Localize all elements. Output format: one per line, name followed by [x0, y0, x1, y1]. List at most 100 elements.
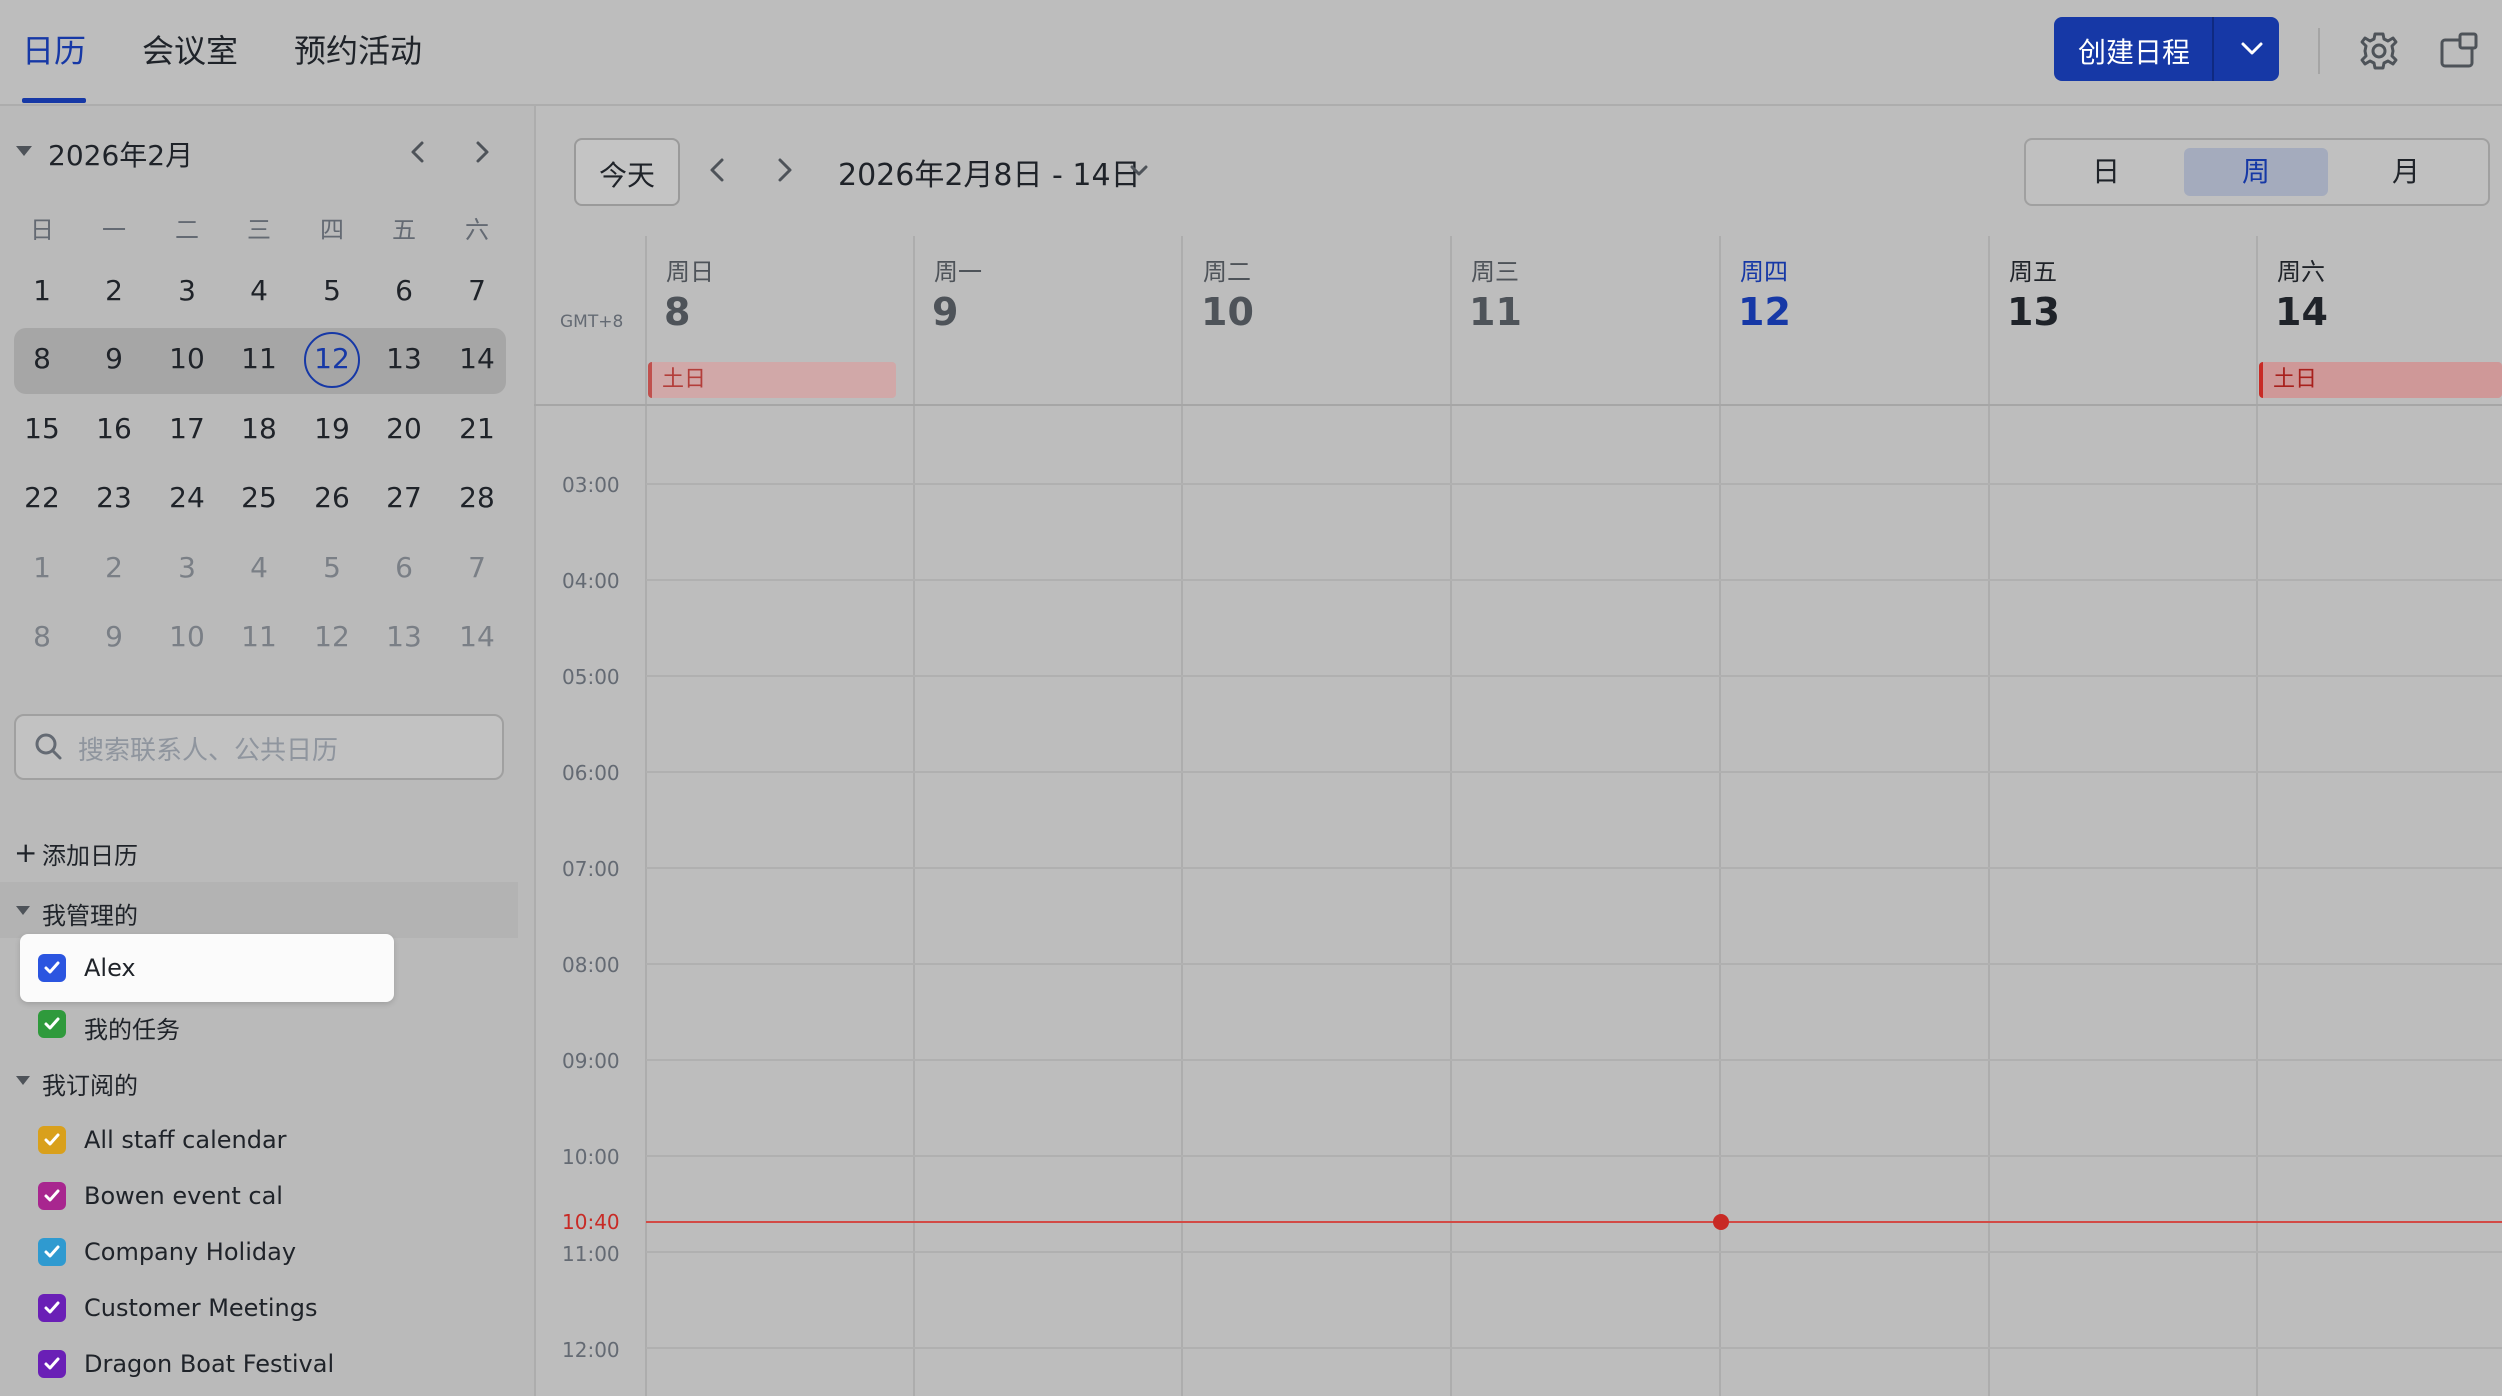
mini-calendar-day[interactable]: 7 — [447, 551, 507, 584]
view-week-button[interactable]: 周 — [2184, 148, 2328, 196]
mini-calendar-day[interactable]: 11 — [229, 342, 289, 375]
mini-calendar-day[interactable]: 19 — [302, 412, 362, 445]
mini-calendar-day[interactable]: 5 — [302, 551, 362, 584]
collapse-caret-icon[interactable] — [16, 146, 32, 156]
gear-icon[interactable] — [2356, 28, 2402, 74]
mini-calendar-day[interactable]: 5 — [302, 274, 362, 307]
day-header-date[interactable]: 11 — [1469, 290, 1522, 334]
mini-calendar-day[interactable]: 24 — [157, 481, 217, 514]
mini-calendar-day[interactable]: 9 — [84, 342, 144, 375]
open-window-icon[interactable] — [2436, 28, 2482, 74]
chevron-down-icon[interactable] — [2232, 31, 2272, 67]
mini-calendar-day[interactable]: 8 — [12, 620, 72, 653]
mini-calendar-day[interactable]: 16 — [84, 412, 144, 445]
mini-calendar-month: 2026年2月 — [48, 139, 194, 172]
mini-calendar-day[interactable]: 20 — [374, 412, 434, 445]
chevron-right-icon[interactable] — [766, 152, 802, 188]
search-icon — [32, 730, 64, 762]
mini-calendar-day[interactable]: 6 — [374, 551, 434, 584]
mini-calendar-day[interactable]: 4 — [229, 551, 289, 584]
time-label: 10:00 — [562, 1145, 620, 1169]
view-day-button[interactable]: 日 — [2034, 148, 2178, 196]
calendar-item-selected-card[interactable] — [20, 934, 394, 1002]
calendar-item-label: Bowen event cal — [84, 1182, 283, 1210]
chevron-left-icon[interactable] — [400, 134, 436, 170]
add-calendar-link[interactable]: 添加日历 — [42, 836, 138, 871]
all-day-event[interactable]: 土日 — [648, 362, 896, 398]
mini-calendar-day[interactable]: 13 — [374, 342, 434, 375]
day-header-name[interactable]: 周日 — [666, 252, 714, 287]
mini-calendar-day[interactable]: 22 — [12, 481, 72, 514]
checkbox-dragon-boat[interactable] — [38, 1350, 66, 1378]
day-header-date-today[interactable]: 12 — [1738, 290, 1791, 334]
checkbox-my-tasks[interactable] — [38, 1010, 66, 1038]
mini-calendar-day[interactable]: 10 — [157, 342, 217, 375]
date-range-label[interactable]: 2026年2月8日 - 14日 — [838, 150, 1141, 194]
today-button[interactable]: 今天 — [574, 138, 680, 206]
day-header-date[interactable]: 9 — [932, 290, 958, 334]
hour-line — [646, 1251, 2502, 1253]
day-header-date[interactable]: 10 — [1201, 290, 1254, 334]
checkbox-company-holiday[interactable] — [38, 1238, 66, 1266]
mini-calendar-day[interactable]: 1 — [12, 551, 72, 584]
mini-calendar-day[interactable]: 6 — [374, 274, 434, 307]
day-header-name[interactable]: 周二 — [1203, 252, 1251, 287]
chevron-left-icon[interactable] — [700, 152, 736, 188]
mini-calendar-day[interactable]: 26 — [302, 481, 362, 514]
current-time-line — [646, 1221, 2502, 1223]
day-header-name-today[interactable]: 周四 — [1740, 252, 1788, 287]
day-header-name[interactable]: 周三 — [1471, 252, 1519, 287]
mini-calendar-day[interactable]: 17 — [157, 412, 217, 445]
mini-calendar-day[interactable]: 18 — [229, 412, 289, 445]
checkbox-customer-meetings[interactable] — [38, 1294, 66, 1322]
day-header-name[interactable]: 周六 — [2277, 252, 2325, 287]
mini-calendar-day[interactable]: 14 — [447, 342, 507, 375]
mini-calendar-day[interactable]: 23 — [84, 481, 144, 514]
checkbox-bowen[interactable] — [38, 1182, 66, 1210]
view-switcher: 日 周 月 — [2024, 138, 2490, 206]
day-header-date[interactable]: 8 — [664, 290, 690, 334]
mini-calendar-day[interactable]: 8 — [12, 342, 72, 375]
hour-line — [646, 675, 2502, 677]
mini-calendar-day[interactable]: 2 — [84, 274, 144, 307]
hour-line — [646, 1059, 2502, 1061]
mini-calendar-day[interactable]: 28 — [447, 481, 507, 514]
mini-calendar-day[interactable]: 1 — [12, 274, 72, 307]
all-day-event[interactable]: 土日 — [2259, 362, 2502, 398]
subscribed-group-title[interactable]: 我订阅的 — [42, 1066, 138, 1101]
mini-calendar-day[interactable]: 12 — [302, 620, 362, 653]
checkbox-all-staff[interactable] — [38, 1126, 66, 1154]
mini-calendar-day[interactable]: 2 — [84, 551, 144, 584]
mini-calendar-day[interactable]: 13 — [374, 620, 434, 653]
chevron-right-icon[interactable] — [464, 134, 500, 170]
plus-icon[interactable]: + — [14, 836, 37, 869]
mini-calendar-day[interactable]: 11 — [229, 620, 289, 653]
mini-calendar-day[interactable]: 27 — [374, 481, 434, 514]
create-event-button[interactable]: 创建日程 — [2054, 17, 2279, 81]
chevron-down-icon[interactable] — [1124, 156, 1154, 186]
mini-calendar-day[interactable]: 21 — [447, 412, 507, 445]
collapse-caret-icon[interactable] — [16, 906, 30, 915]
mini-calendar-day[interactable]: 3 — [157, 551, 217, 584]
mini-calendar-day[interactable]: 14 — [447, 620, 507, 653]
view-month-button[interactable]: 月 — [2334, 148, 2478, 196]
collapse-caret-icon[interactable] — [16, 1076, 30, 1085]
checkbox-alex[interactable] — [38, 954, 66, 982]
tab-calendar[interactable]: 日历 — [22, 26, 86, 72]
weekday-header: 日 — [30, 216, 54, 244]
mini-calendar-day[interactable]: 12 — [302, 342, 362, 375]
mini-calendar-day[interactable]: 3 — [157, 274, 217, 307]
mini-calendar-day[interactable]: 4 — [229, 274, 289, 307]
mini-calendar-day[interactable]: 10 — [157, 620, 217, 653]
time-label: 07:00 — [562, 857, 620, 881]
day-header-date[interactable]: 13 — [2007, 290, 2060, 334]
day-header-name[interactable]: 周一 — [934, 252, 982, 287]
day-header-name[interactable]: 周五 — [2009, 252, 2057, 287]
mini-calendar-day[interactable]: 15 — [12, 412, 72, 445]
tab-booking[interactable]: 预约活动 — [294, 26, 422, 72]
mini-calendar-day[interactable]: 25 — [229, 481, 289, 514]
tab-meeting-rooms[interactable]: 会议室 — [142, 26, 238, 72]
day-header-date[interactable]: 14 — [2275, 290, 2328, 334]
mini-calendar-day[interactable]: 7 — [447, 274, 507, 307]
mini-calendar-day[interactable]: 9 — [84, 620, 144, 653]
